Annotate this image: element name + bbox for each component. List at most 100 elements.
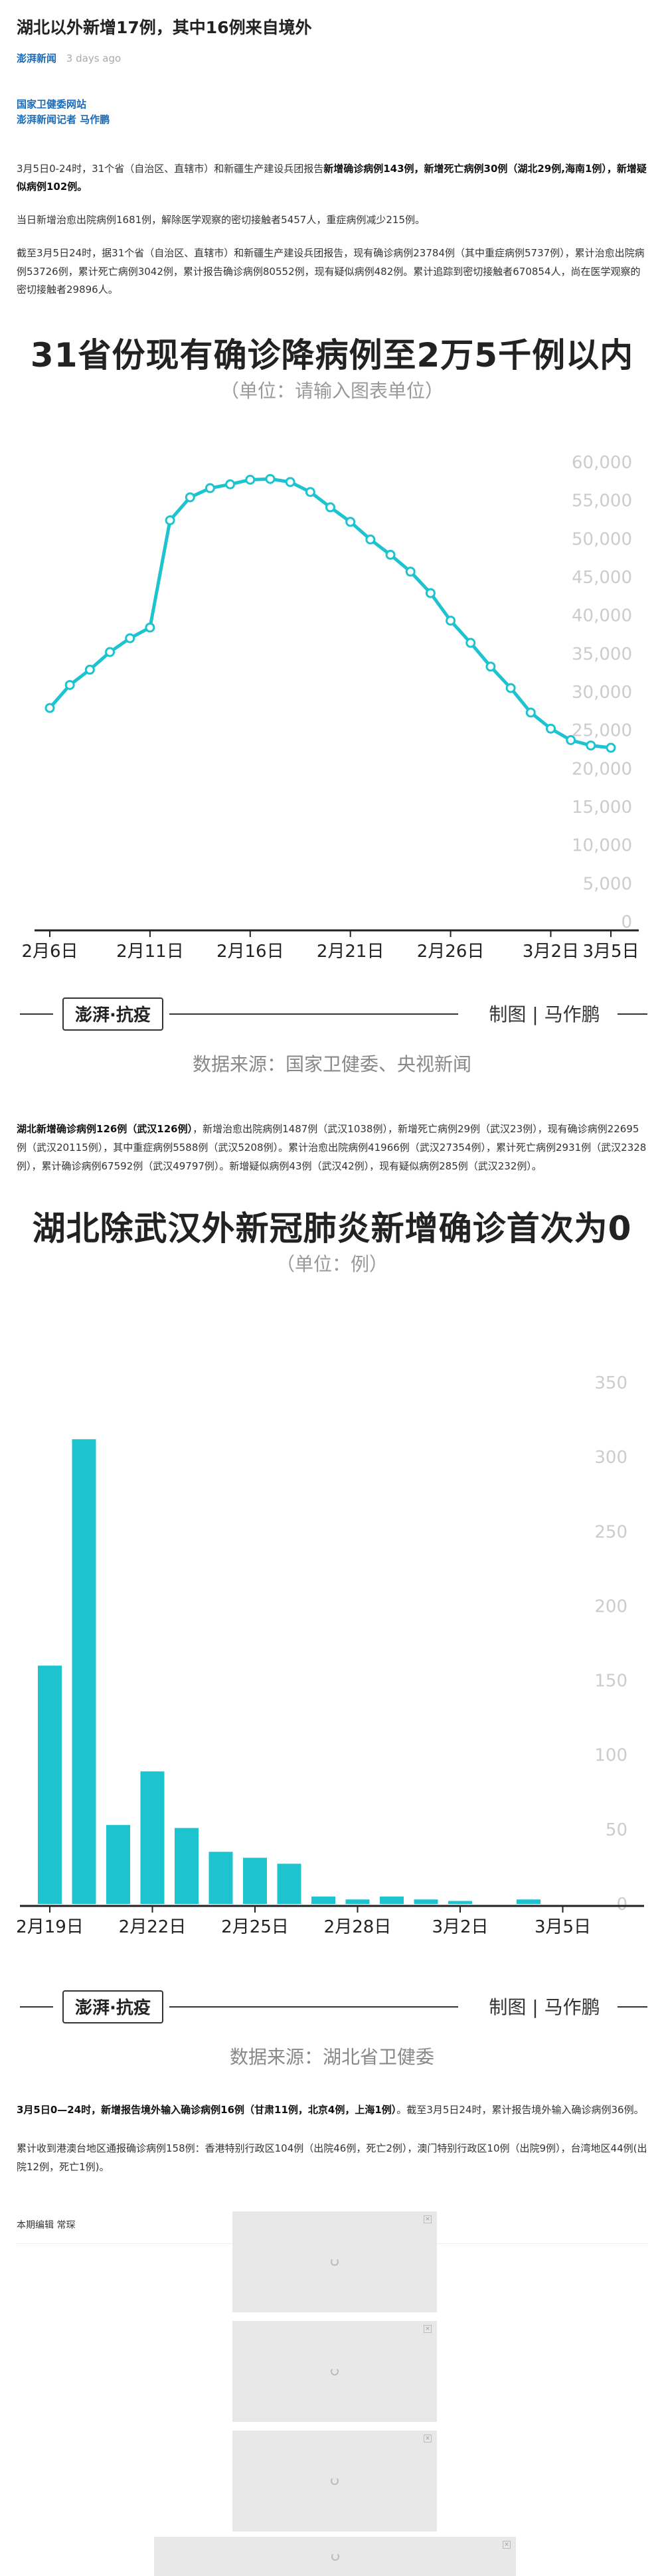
data-point: [345, 517, 356, 527]
data-point: [185, 492, 195, 503]
x-tick-label: 2月11日: [116, 942, 184, 962]
data-point: [205, 483, 215, 493]
data-point: [64, 679, 75, 690]
y-tick-label: 30,000: [572, 683, 632, 703]
y-tick-label: 45,000: [572, 568, 632, 588]
chart-source: 数据来源：国家卫健委、央视新闻: [192, 1053, 471, 1075]
bar: [380, 1897, 404, 1905]
data-point: [586, 740, 596, 751]
x-tick-label: 2月26日: [417, 942, 485, 962]
recommend-card[interactable]: ×: [232, 2431, 437, 2532]
data-point: [105, 647, 116, 657]
paragraph-5-text: 。截至3月5日24时，累计报告境外输入确诊病例36例。: [396, 2104, 644, 2116]
data-point: [465, 638, 476, 648]
brand-logo: 澎湃·抗疫: [75, 1998, 151, 2018]
data-point: [305, 487, 315, 497]
bar: [448, 1901, 472, 1905]
brand-logo: 澎湃·抗疫: [75, 1005, 151, 1025]
y-tick-label: 250: [594, 1523, 627, 1543]
x-tick-label: 2月16日: [216, 942, 284, 962]
chart-title: 湖北除武汉外新冠肺炎新增确诊首次为0: [32, 1209, 632, 1248]
y-tick-label: 0: [616, 1895, 627, 1915]
data-point: [485, 661, 496, 672]
data-point: [606, 742, 616, 753]
y-tick-label: 20,000: [572, 759, 632, 779]
data-point: [566, 735, 576, 746]
data-point: [525, 707, 536, 718]
y-tick-label: 300: [594, 1448, 627, 1468]
bar: [414, 1899, 438, 1905]
recommend-card[interactable]: ×: [232, 2211, 437, 2312]
y-tick-label: 55,000: [572, 491, 632, 511]
data-point: [365, 534, 376, 545]
data-point: [425, 588, 436, 598]
y-tick-label: 200: [594, 1597, 627, 1617]
paragraph-2: 当日新增治愈出院病例1681例，解除医学观察的密切接触者5457人，重症病例减少…: [17, 214, 425, 226]
paragraph-5: 3月5日0—24时，新增报告境外输入确诊病例16例（甘肃11例，北京4例，上海1…: [0, 2101, 664, 2120]
publish-time: 3 days ago: [66, 52, 122, 64]
x-tick-label: 2月6日: [21, 942, 78, 962]
article-meta: 澎湃新闻 3 days ago: [0, 39, 664, 65]
close-icon[interactable]: ×: [424, 2435, 432, 2443]
x-tick-label: 2月28日: [324, 1917, 392, 1937]
bar: [208, 1851, 233, 1905]
y-tick-label: 50: [606, 1820, 627, 1840]
data-point: [145, 622, 155, 633]
close-icon[interactable]: ×: [424, 2215, 432, 2223]
bar: [243, 1857, 267, 1905]
chart-credit: 制图 | 马作鹏: [489, 1003, 600, 1025]
data-point: [325, 502, 335, 513]
paragraph-3: 截至3月5日24时，据31个省（自治区、直辖市）和新疆生产建设兵团报告，现有确诊…: [17, 246, 645, 296]
close-icon[interactable]: ×: [503, 2541, 511, 2549]
data-point: [225, 479, 236, 489]
recommend-card[interactable]: ×: [232, 2321, 437, 2422]
bar: [106, 1825, 130, 1905]
x-tick-label: 3月2日: [432, 1917, 488, 1937]
x-tick-label: 2月19日: [16, 1917, 84, 1937]
spinner-icon: [331, 2552, 339, 2561]
chart-credit: 制图 | 马作鹏: [489, 1996, 600, 2018]
bar: [175, 1828, 199, 1905]
data-point: [285, 477, 295, 487]
y-tick-label: 35,000: [572, 644, 632, 664]
x-tick-label: 2月21日: [317, 942, 384, 962]
bar: [140, 1771, 165, 1905]
series-line: [48, 477, 612, 750]
data-point: [125, 633, 135, 644]
y-tick-label: 40,000: [572, 606, 632, 626]
bar-chart-block: 湖北除武汉外新冠肺炎新增确诊首次为0 （单位：例） 0 50 100 150 200 25…: [0, 1202, 664, 2069]
bar-chart: 0 50 100 150 200 250 300 350 2月19日 2月22日 2月25日 2月28…: [16, 1373, 647, 2024]
spinner-icon: [331, 2477, 339, 2485]
bar: [517, 1899, 540, 1905]
chart-subtitle: （单位：例）: [276, 1253, 388, 1276]
chart-subtitle: （单位：请输入图表单位）: [220, 380, 444, 402]
paragraph-1-text: 3月5日0-24时，31个省（自治区、直辖市）和新疆生产建设兵团报告: [17, 162, 324, 175]
line-chart: 05,00010,00015,00020,00025,00030,00035,0…: [20, 453, 647, 1031]
paragraph-4-bold: 湖北新增确诊病例126例（武汉126例）: [17, 1123, 193, 1135]
credit-reporter: 澎湃新闻记者 马作鹏: [17, 114, 110, 126]
paragraph-4: 湖北新增确诊病例126例（武汉126例），新增治愈出院病例1487例（武汉103…: [0, 1120, 664, 1175]
recommend-card[interactable]: ×: [154, 2537, 516, 2576]
data-point: [44, 703, 55, 713]
paragraph-1: 3月5日0-24时，31个省（自治区、直辖市）和新疆生产建设兵团报告新增确诊病例…: [0, 160, 664, 197]
chart-title: 31省份现有确诊降病例至2万5千例以内: [30, 336, 634, 375]
x-tick-label: 3月5日: [535, 1917, 591, 1937]
data-point: [405, 566, 416, 577]
y-tick-label: 10,000: [572, 836, 632, 856]
credit-source: 国家卫健委网站: [17, 98, 87, 110]
bar: [345, 1899, 370, 1905]
data-point: [265, 473, 276, 484]
source-link[interactable]: 澎湃新闻: [17, 52, 56, 64]
y-tick-label: 15,000: [572, 798, 632, 817]
data-point: [245, 474, 256, 485]
close-icon[interactable]: ×: [424, 2325, 432, 2333]
data-point: [545, 723, 556, 734]
paragraph-6: 累计收到港澳台地区通报确诊病例158例：香港特别行政区104例（出院46例，死亡…: [17, 2142, 647, 2173]
data-point: [446, 616, 456, 626]
spinner-icon: [331, 2258, 339, 2266]
y-tick-label: 350: [594, 1373, 627, 1393]
chart-source: 数据来源：湖北省卫健委: [229, 2046, 434, 2069]
y-tick-label: 60,000: [572, 453, 632, 473]
data-point: [84, 664, 95, 675]
x-tick-label: 2月22日: [119, 1917, 187, 1937]
